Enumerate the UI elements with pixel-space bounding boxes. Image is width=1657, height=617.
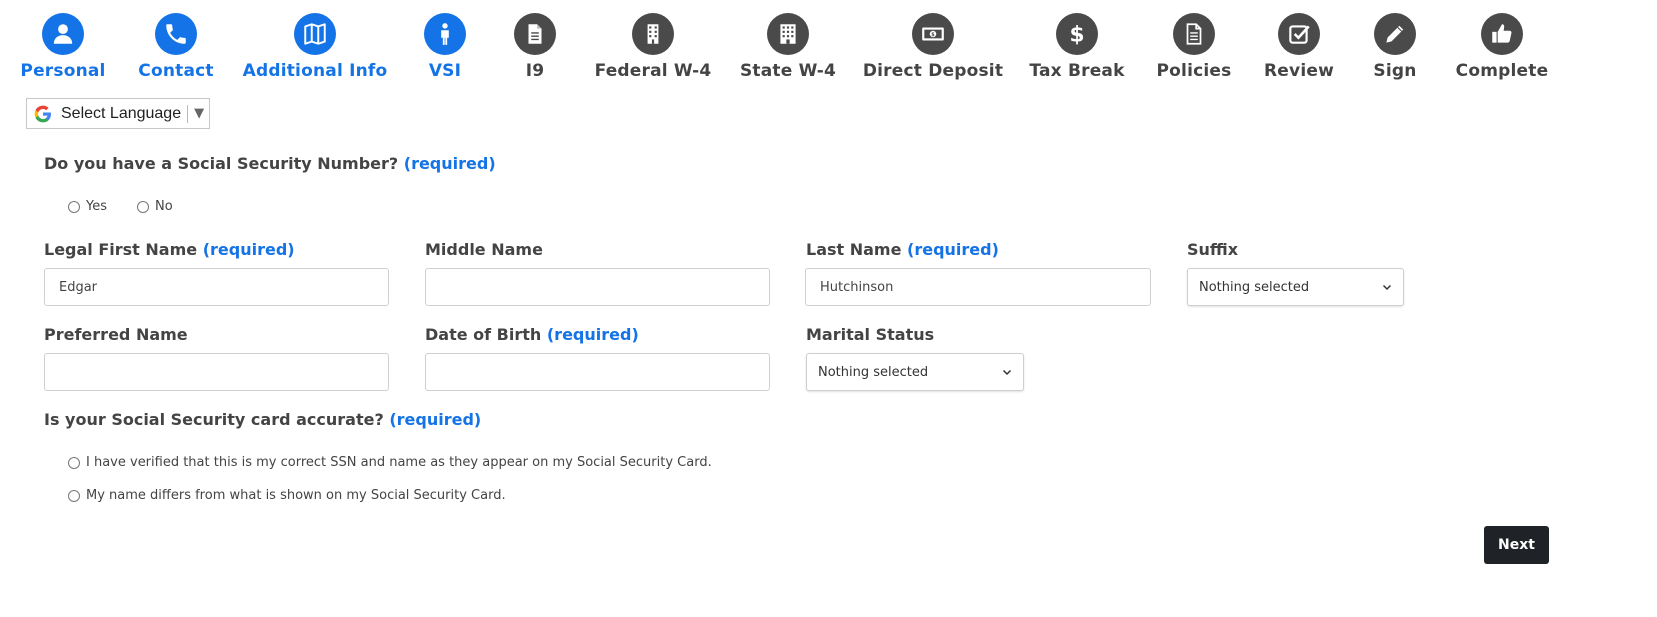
chevron-down-icon	[1002, 369, 1012, 376]
preferred-name-input[interactable]	[44, 353, 389, 391]
marital-status-label: Marital Status	[806, 325, 935, 344]
first-name-input[interactable]: Edgar	[44, 268, 389, 306]
pencil-icon	[1374, 13, 1416, 55]
radio-circle[interactable]	[137, 200, 149, 213]
required-tag: (required)	[907, 240, 999, 259]
language-select[interactable]: Select Language ▼	[26, 98, 210, 129]
preferred-name-label: Preferred Name	[44, 325, 188, 344]
money-icon: $	[912, 13, 954, 55]
suffix-label: Suffix	[1187, 240, 1239, 259]
step-state-w4[interactable]: State W-4	[713, 13, 863, 81]
thumbs-up-icon	[1481, 13, 1523, 55]
card-name-differs-radio[interactable]: My name differs from what is shown on my…	[68, 488, 506, 503]
svg-text:$: $	[931, 32, 935, 38]
marital-status-select[interactable]: Nothing selected	[806, 353, 1024, 391]
ssn-no-radio[interactable]: No	[137, 199, 173, 214]
last-name-label: Last Name (required)	[806, 240, 999, 259]
dropdown-arrow-icon: ▼	[194, 106, 205, 121]
step-federal-w4[interactable]: Federal W-4	[578, 13, 728, 81]
required-tag: (required)	[202, 240, 295, 259]
card-verified-radio[interactable]: I have verified that this is my correct …	[68, 455, 712, 470]
dollar-icon: $	[1056, 13, 1098, 55]
ssn-question-text: Do you have a Social Security Number?	[44, 154, 399, 173]
middle-name-label: Middle Name	[425, 240, 543, 259]
checkbox-icon	[1278, 13, 1320, 55]
step-label: Direct Deposit	[862, 61, 1004, 81]
step-label: Additional Info	[242, 61, 388, 81]
divider	[187, 104, 189, 123]
step-contact[interactable]: Contact	[101, 13, 251, 81]
document-icon	[1173, 13, 1215, 55]
radio-label: My name differs from what is shown on my…	[86, 488, 506, 503]
map-icon	[294, 13, 336, 55]
chevron-down-icon	[1382, 284, 1392, 291]
card-question-text: Is your Social Security card accurate?	[44, 410, 384, 429]
radio-label: Yes	[86, 199, 107, 214]
google-icon	[34, 105, 51, 122]
radio-label: No	[155, 199, 173, 214]
building-icon	[632, 13, 674, 55]
next-button[interactable]: Next	[1484, 526, 1549, 564]
first-name-label: Legal First Name (required)	[44, 240, 295, 259]
ssn-yes-radio[interactable]: Yes	[68, 199, 107, 214]
required-tag: (required)	[546, 325, 639, 344]
radio-label: I have verified that this is my correct …	[86, 455, 712, 470]
step-label: Contact	[138, 61, 214, 81]
suffix-value: Nothing selected	[1199, 279, 1310, 295]
step-additional-info[interactable]: Additional Info	[240, 13, 390, 81]
phone-icon	[155, 13, 197, 55]
step-direct-deposit[interactable]: $ Direct Deposit	[858, 13, 1008, 81]
building-icon	[767, 13, 809, 55]
step-complete[interactable]: Complete	[1427, 13, 1577, 81]
label-text: Date of Birth	[425, 325, 542, 344]
label-text: Last Name	[806, 240, 902, 259]
language-label: Select Language	[61, 104, 182, 122]
step-label: State W-4	[739, 61, 837, 81]
radio-circle[interactable]	[68, 456, 80, 469]
card-accuracy-question: Is your Social Security card accurate? (…	[44, 410, 481, 429]
radio-circle[interactable]	[68, 200, 80, 213]
dob-label: Date of Birth (required)	[425, 325, 639, 344]
middle-name-input[interactable]	[425, 268, 770, 306]
suffix-select[interactable]: Nothing selected	[1187, 268, 1404, 306]
required-tag: (required)	[389, 410, 482, 429]
radio-circle[interactable]	[68, 489, 80, 502]
document-icon	[514, 13, 556, 55]
step-label: Federal W-4	[594, 61, 712, 81]
user-icon	[42, 13, 84, 55]
ssn-question: Do you have a Social Security Number? (r…	[44, 154, 496, 173]
dob-input[interactable]	[425, 353, 770, 391]
required-tag: (required)	[403, 154, 496, 173]
step-label: Complete	[1455, 61, 1549, 81]
marital-status-value: Nothing selected	[818, 364, 929, 380]
svg-text:$: $	[1069, 23, 1084, 47]
label-text: Legal First Name	[44, 240, 198, 259]
last-name-input[interactable]: Hutchinson	[805, 268, 1151, 306]
